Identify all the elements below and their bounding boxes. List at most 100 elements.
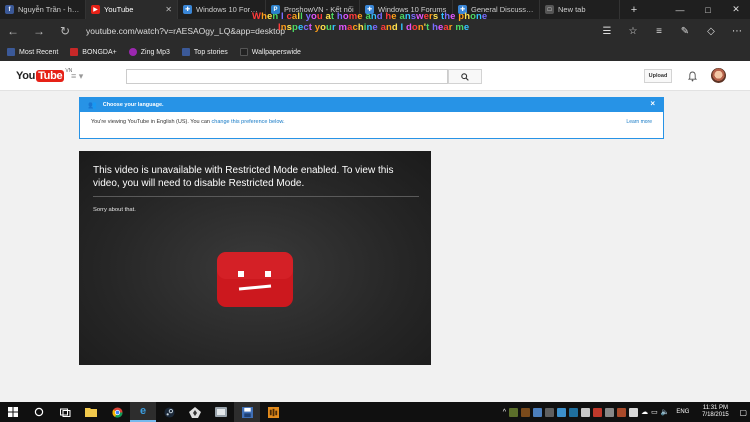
new-tab-button[interactable]: + — [620, 0, 648, 19]
upload-button[interactable]: Upload — [644, 69, 672, 83]
facebook-icon — [181, 48, 190, 56]
page-content: 👥 Choose your language. × You're viewing… — [0, 91, 750, 402]
edge-icon[interactable]: e — [130, 402, 156, 422]
reading-view-icon[interactable]: ☰ — [594, 26, 620, 37]
share-icon[interactable]: ◇ — [698, 26, 724, 37]
search-input[interactable] — [126, 69, 448, 84]
favorite-item[interactable]: Top stories — [181, 48, 228, 56]
forward-icon[interactable]: → — [26, 24, 52, 38]
overlay-char: w — [416, 11, 424, 22]
screen: f Nguyễn Trần - huhuhl ▶ YouTube ✕ ✚ Win… — [0, 0, 750, 422]
app-icon[interactable] — [208, 402, 234, 422]
search-button[interactable] — [448, 69, 482, 84]
favorite-star-icon[interactable]: ☆ — [620, 26, 646, 37]
notification-bell-icon[interactable] — [686, 69, 698, 83]
volume-icon[interactable]: 🔈 — [661, 408, 670, 416]
tray-app-icon[interactable] — [521, 407, 531, 417]
logo-tube: Tube — [36, 70, 65, 82]
overlay-char: d — [376, 11, 383, 22]
bongda-icon — [70, 48, 79, 56]
windows-logo-icon — [8, 407, 18, 417]
new-tab-icon: □ — [545, 5, 554, 14]
task-view-icon[interactable] — [52, 402, 78, 422]
favorite-label: Zing Mp3 — [140, 48, 170, 56]
tray-app-icon[interactable] — [533, 407, 543, 417]
refresh-icon[interactable]: ↻ — [52, 24, 78, 38]
zing-icon — [128, 48, 137, 56]
tray-app-icon[interactable] — [629, 407, 639, 417]
maximize-button[interactable]: □ — [694, 5, 722, 15]
tab[interactable]: f Nguyễn Trần - huhuhl — [0, 0, 86, 19]
language-banner-title: Choose your language. — [102, 102, 164, 108]
input-language[interactable]: ENG — [676, 409, 689, 415]
tray-app-icon[interactable] — [569, 407, 579, 417]
favorite-item[interactable]: BONGDA+ — [70, 48, 117, 56]
more-icon[interactable]: ⋯ — [724, 26, 750, 37]
language-banner: 👥 Choose your language. × You're viewing… — [79, 97, 664, 139]
file-explorer-icon[interactable] — [78, 402, 104, 422]
app-orange-icon[interactable] — [260, 402, 286, 422]
divider — [93, 196, 419, 197]
action-center-icon[interactable]: ▢ — [739, 408, 747, 417]
tray-app-icon[interactable] — [509, 407, 519, 417]
close-tab-icon[interactable]: ✕ — [165, 5, 172, 14]
cloud-icon[interactable]: ☁ — [641, 408, 648, 416]
hub-icon[interactable]: ≡ — [646, 26, 672, 37]
clock[interactable]: 11:31 PM 7/18/2015 — [698, 405, 732, 419]
learn-more-link[interactable]: Learn more — [626, 119, 652, 125]
facebook-icon: f — [5, 5, 14, 14]
overlay-char: e — [391, 11, 397, 22]
youtube-logo[interactable]: You Tube VN — [16, 68, 72, 82]
favorite-item[interactable]: Wallpaperswide — [239, 48, 301, 56]
back-icon[interactable]: ← — [0, 24, 26, 38]
clock-time: 11:31 PM — [702, 405, 729, 411]
tray-app-icon[interactable] — [581, 407, 591, 417]
tab-title: Nguyễn Trần - huhuhl — [18, 5, 80, 14]
favorite-item[interactable]: Zing Mp3 — [128, 48, 170, 56]
chrome-icon[interactable] — [104, 402, 130, 422]
tray-chevron-icon[interactable]: ^ — [503, 409, 506, 416]
overlay-char: e — [450, 11, 456, 22]
start-button[interactable] — [0, 402, 26, 422]
logo-you: You — [16, 70, 36, 82]
sad-face-icon — [217, 252, 293, 307]
language-banner-body: You're viewing YouTube in English (US). … — [80, 112, 663, 125]
change-preference-link[interactable]: change this preference below. — [212, 119, 285, 125]
steam-icon[interactable] — [156, 402, 182, 422]
favorite-label: BONGDA+ — [82, 48, 117, 56]
favorite-label: Most Recent — [19, 48, 59, 56]
favorite-label: Top stories — [193, 48, 228, 56]
tab-title: YouTube — [104, 5, 134, 14]
tray-app-icon[interactable] — [617, 407, 627, 417]
web-note-icon[interactable]: ✎ — [672, 26, 698, 37]
tab-active[interactable]: ▶ YouTube ✕ — [86, 0, 178, 19]
video-player[interactable]: This video is unavailable with Restricte… — [79, 151, 431, 365]
window-controls: — □ ✕ — [666, 0, 750, 19]
plus-icon: + — [630, 3, 638, 16]
overlay-text-line-1: When I call you at home and he answers t… — [252, 11, 487, 22]
overlay-char: m — [455, 22, 464, 33]
minimize-button[interactable]: — — [666, 5, 694, 15]
game-icon[interactable] — [182, 402, 208, 422]
tray-app-icon[interactable] — [593, 407, 603, 417]
tab-title: Windows 10 Forums — [196, 5, 260, 14]
youtube-icon: ▶ — [91, 5, 100, 14]
tab[interactable]: □ New tab — [540, 0, 620, 19]
close-window-button[interactable]: ✕ — [722, 4, 750, 15]
tray-app-icon[interactable] — [605, 407, 615, 417]
overlay-char: W — [252, 11, 262, 22]
guide-menu-icon[interactable]: ≡ ▾ — [71, 71, 83, 82]
overlay-text-line-2: Inspect your machine and I don't hear me — [278, 22, 469, 33]
people-icon: 👥 — [88, 102, 97, 109]
avatar[interactable] — [711, 68, 726, 83]
tray-app-icon[interactable] — [545, 407, 555, 417]
overlay-char: m — [338, 22, 348, 33]
sorry-message: Sorry about that. — [93, 207, 136, 213]
tray-app-icon[interactable] — [557, 407, 567, 417]
overlay-char: e — [357, 11, 363, 22]
search-cortana-icon[interactable] — [26, 402, 52, 422]
close-banner-button[interactable]: × — [650, 99, 655, 108]
save-icon[interactable] — [234, 402, 260, 422]
network-icon[interactable]: ▭ — [651, 408, 658, 416]
favorite-item[interactable]: Most Recent — [7, 48, 58, 56]
